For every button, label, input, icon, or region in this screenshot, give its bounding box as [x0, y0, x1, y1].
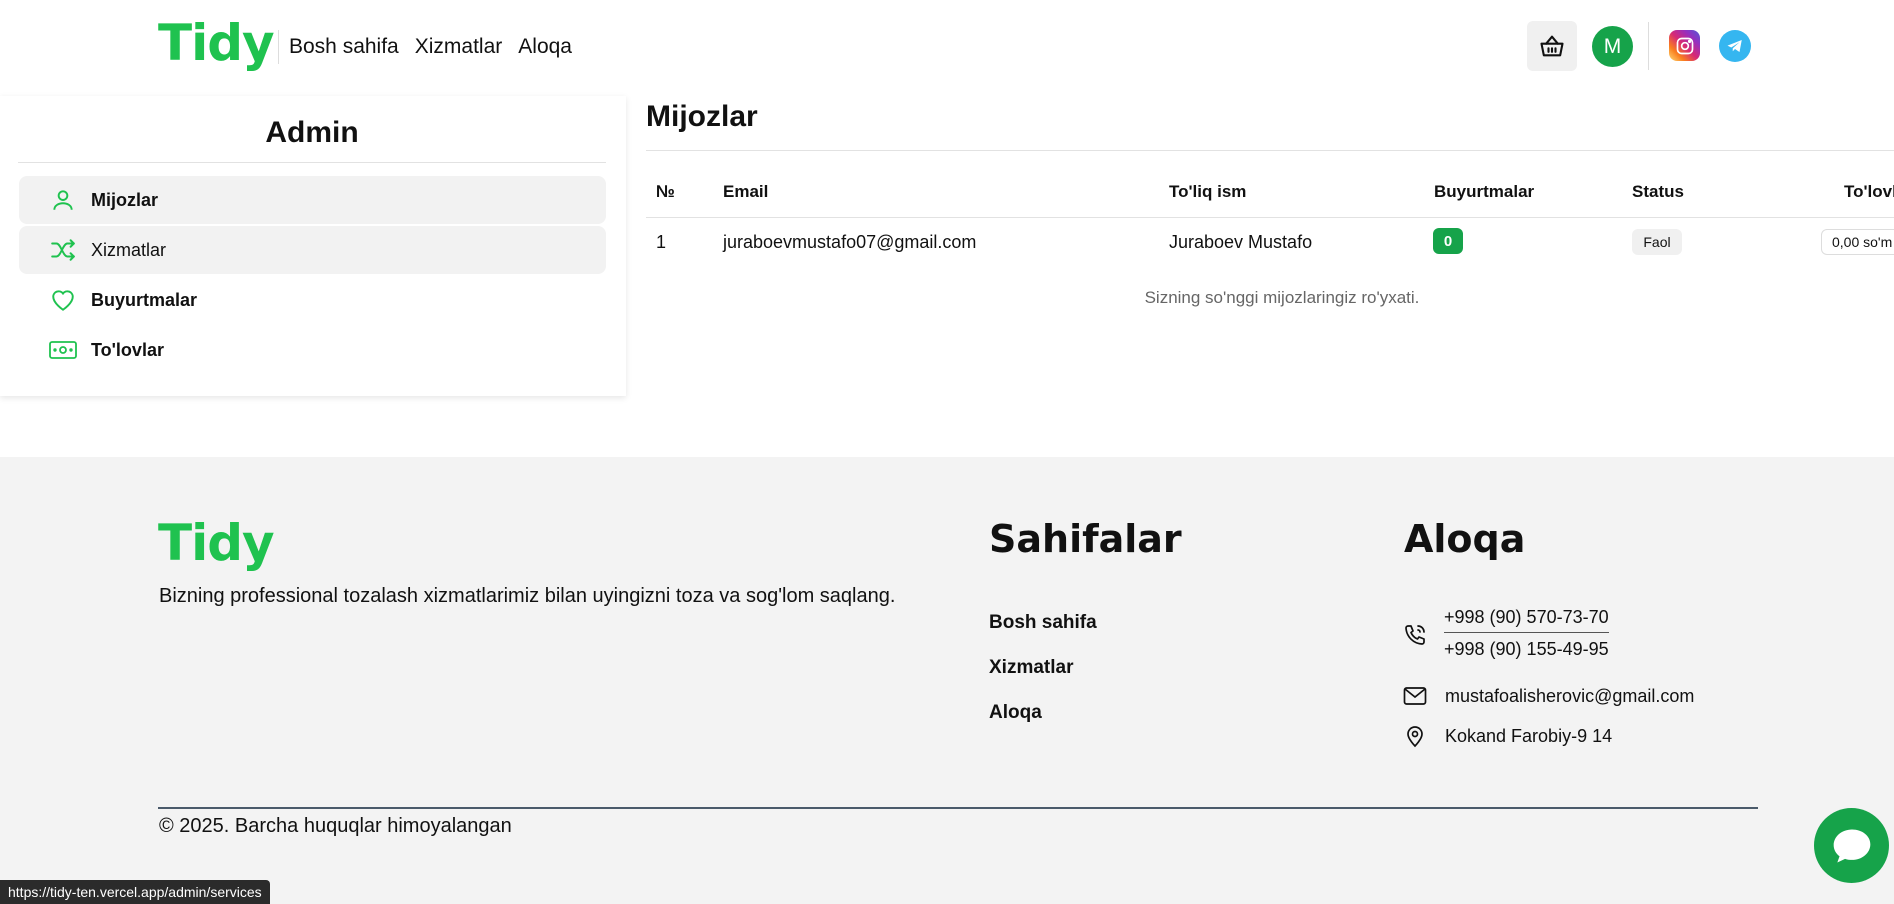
footer-pages-title: Sahifalar [989, 517, 1182, 561]
sidebar-item-label: Mijozlar [91, 189, 159, 210]
basket-icon [1540, 35, 1564, 57]
location-pin-icon [1407, 726, 1423, 748]
column-header-fullname: To'liq ism [1169, 182, 1247, 201]
money-icon [47, 334, 79, 366]
column-header-email: Email [723, 182, 769, 201]
shuffle-icon [47, 234, 79, 266]
user-icon [47, 184, 79, 216]
footer-contact-title: Aloqa [1404, 517, 1526, 561]
footer-link-contact[interactable]: Aloqa [989, 702, 1042, 724]
nav-home-link[interactable]: Bosh sahifa [289, 35, 399, 59]
phone-row [1403, 623, 1427, 647]
heart-icon [47, 284, 79, 316]
instagram-icon[interactable] [1669, 30, 1700, 61]
footer-email-link[interactable]: mustafoalisherovic@gmail.com [1445, 686, 1694, 707]
sidebar-item-xizmatlar[interactable]: Xizmatlar [19, 226, 606, 274]
column-header-orders: Buyurtmalar [1434, 182, 1535, 201]
nav-contact-link[interactable]: Aloqa [518, 35, 572, 59]
chat-button[interactable] [1814, 808, 1889, 883]
sidebar-title: Admin [18, 116, 606, 163]
column-header-number: № [656, 182, 675, 201]
cell-email: juraboevmustafo07@gmail.com [723, 232, 977, 252]
email-row: mustafoalisherovic@gmail.com [1403, 685, 1694, 707]
page-title: Mijozlar [646, 100, 758, 133]
sidebar-item-label: Buyurtmalar [91, 289, 198, 310]
main-nav: Bosh sahifa Xizmatlar Aloqa [278, 30, 572, 64]
status-bar-url: https://tidy-ten.vercel.app/admin/servic… [0, 880, 270, 904]
phone-list: +998 (90) 570-73-70 +998 (90) 155-49-95 [1444, 607, 1609, 660]
sidebar-item-tolovlar[interactable]: To'lovlar [19, 326, 606, 374]
phone-1-link[interactable]: +998 (90) 570-73-70 [1444, 607, 1609, 633]
orders-count-badge: 0 [1433, 228, 1463, 254]
header: Tidy Bosh sahifa Xizmatlar Aloqa M [0, 0, 1894, 94]
cell-fullname: Juraboev Mustafo [1169, 232, 1313, 252]
chat-icon [1833, 829, 1870, 862]
telegram-icon[interactable] [1719, 30, 1751, 62]
sidebar-item-mijozlar[interactable]: Mijozlar [19, 176, 606, 224]
footer-description: Bizning professional tozalash xizmatlari… [159, 585, 896, 607]
copyright: © 2025. Barcha huquqlar himoyalangan [159, 815, 512, 837]
footer-address: Kokand Farobiy-9 14 [1445, 725, 1613, 746]
sidebar-item-label: Xizmatlar [91, 239, 167, 260]
table-caption: Sizning so'nggi mijozlaringiz ro'yxati. [1144, 288, 1420, 307]
nav-services-link[interactable]: Xizmatlar [415, 35, 503, 59]
avatar[interactable]: M [1592, 26, 1633, 67]
footer-divider [158, 807, 1758, 809]
address-row: Kokand Farobiy-9 14 [1403, 724, 1612, 748]
table-header-divider [646, 217, 1894, 218]
phone-icon [1405, 625, 1425, 645]
title-divider [646, 150, 1894, 151]
payments-badge: 0,00 so'm [1821, 229, 1894, 255]
logo[interactable]: Tidy [158, 14, 275, 72]
footer-logo[interactable]: Tidy [158, 514, 275, 572]
sidebar-item-buyurtmalar[interactable]: Buyurtmalar [19, 276, 606, 324]
sidebar-item-label: To'lovlar [91, 339, 164, 360]
footer-link-services[interactable]: Xizmatlar [989, 657, 1073, 679]
footer: Tidy Bizning professional tozalash xizma… [0, 457, 1894, 904]
status-badge: Faol [1632, 229, 1682, 255]
admin-sidebar: Admin Mijozlar Xizmatlar Buyurtmalar To'… [0, 96, 626, 396]
phone-2-link[interactable]: +998 (90) 155-49-95 [1444, 633, 1609, 660]
column-header-status: Status [1632, 182, 1684, 201]
column-header-payments: To'lovl [1844, 182, 1894, 201]
basket-button[interactable] [1527, 21, 1577, 71]
mail-icon [1403, 687, 1427, 705]
header-divider [1648, 22, 1649, 70]
cell-number: 1 [656, 232, 667, 252]
footer-link-home[interactable]: Bosh sahifa [989, 612, 1097, 634]
